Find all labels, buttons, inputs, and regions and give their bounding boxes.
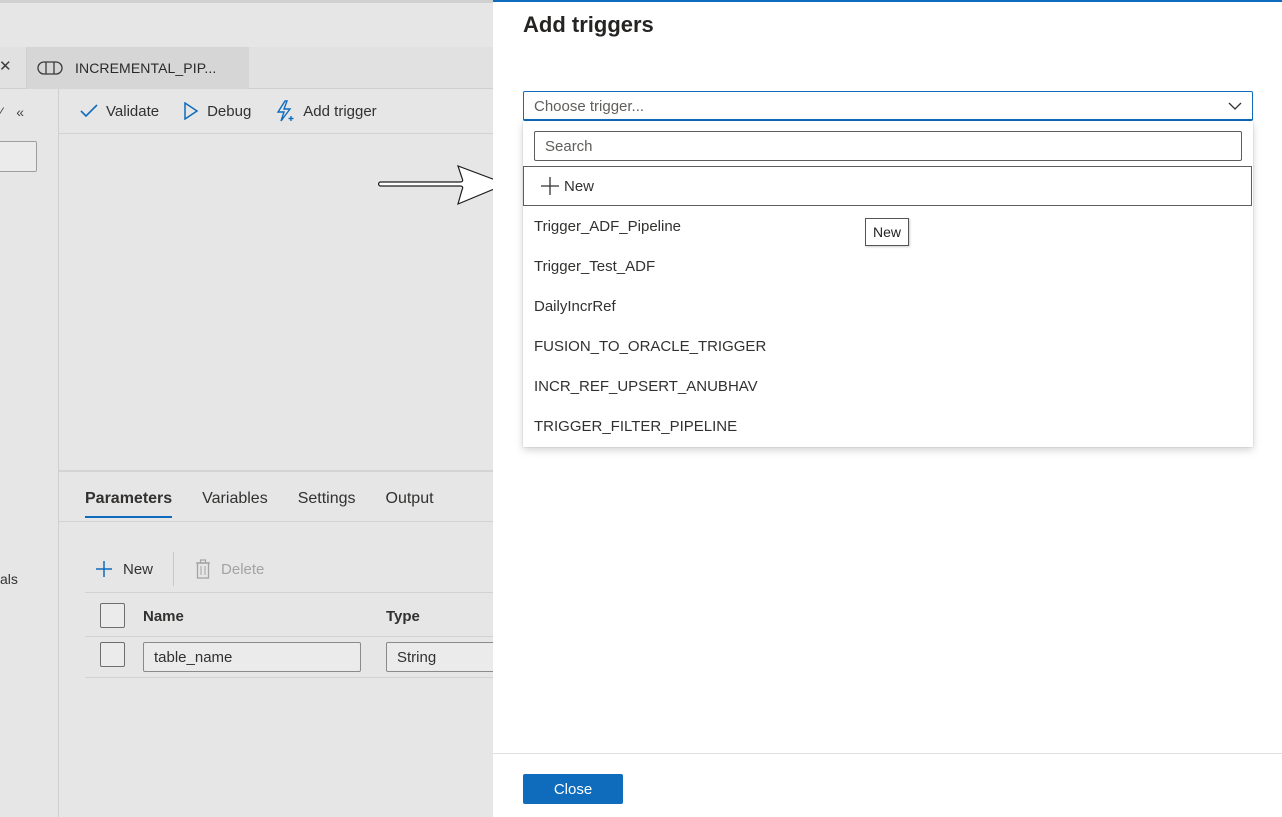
- trash-icon: [196, 559, 211, 579]
- table-row: table_name String: [85, 637, 506, 678]
- column-header-name: Name: [143, 608, 184, 625]
- new-tooltip: New: [865, 218, 910, 246]
- pipeline-icon: [37, 61, 63, 75]
- chevron-down-icon: [1228, 102, 1242, 110]
- plus-icon: [541, 177, 559, 195]
- play-icon: [184, 102, 199, 120]
- add-trigger-button[interactable]: Add trigger: [275, 100, 377, 122]
- close-button[interactable]: Close: [523, 774, 623, 804]
- editor-tabstrip: ✕ INCREMENTAL_PIP...: [0, 47, 493, 89]
- list-item[interactable]: DailyIncrRef: [523, 286, 1253, 326]
- rail-search-box[interactable]: [0, 141, 37, 172]
- trigger-dropdown-list: New Trigger_ADF_Pipeline Trigger_Test_AD…: [523, 121, 1253, 447]
- column-header-type: Type: [386, 608, 420, 625]
- toolbar-divider: [173, 552, 175, 586]
- collapse-icons[interactable]: ⁄ «: [0, 104, 24, 120]
- parameters-toolbar: New Delete: [85, 551, 264, 587]
- validate-label: Validate: [106, 102, 160, 120]
- checkmark-icon: [80, 104, 98, 118]
- new-parameter-button[interactable]: New: [85, 560, 153, 578]
- add-triggers-flyout: Add triggers Choose trigger... New Trigg…: [493, 0, 1282, 817]
- list-item[interactable]: TRIGGER_FILTER_PIPELINE: [523, 406, 1253, 446]
- panel-splitter[interactable]: [59, 470, 493, 472]
- dropdown-placeholder: Choose trigger...: [534, 98, 645, 115]
- top-border: [0, 0, 493, 3]
- footer-divider: [493, 753, 1282, 754]
- trigger-search-input[interactable]: [534, 131, 1242, 161]
- properties-tabs: Parameters Variables Settings Output: [85, 490, 464, 518]
- row-checkbox[interactable]: [100, 642, 125, 667]
- delete-parameter-button[interactable]: Delete: [185, 559, 264, 579]
- pipeline-toolbar: Validate Debug Add trigger: [59, 89, 493, 134]
- tab-output[interactable]: Output: [386, 490, 434, 518]
- tab-label: INCREMENTAL_PIP...: [75, 60, 217, 76]
- choose-trigger-dropdown[interactable]: Choose trigger...: [523, 91, 1253, 121]
- tabs-underline: [59, 521, 493, 522]
- parameter-name-input[interactable]: table_name: [143, 642, 361, 672]
- flyout-title: Add triggers: [523, 12, 654, 37]
- new-trigger-option[interactable]: New: [523, 166, 1252, 206]
- list-item[interactable]: Trigger_Test_ADF: [523, 246, 1253, 286]
- expand-icon[interactable]: ⁄: [0, 104, 2, 120]
- debug-button[interactable]: Debug: [183, 102, 251, 120]
- add-trigger-label: Add trigger: [303, 102, 377, 120]
- parameters-grid-header: Name Type: [85, 592, 493, 637]
- debug-label: Debug: [207, 102, 252, 120]
- validate-button[interactable]: Validate: [80, 103, 159, 120]
- select-all-checkbox[interactable]: [100, 603, 125, 628]
- delete-parameter-label: Delete: [221, 560, 265, 578]
- rail-label: als: [0, 571, 18, 587]
- tab-incremental-pipeline[interactable]: INCREMENTAL_PIP...: [27, 47, 249, 89]
- pipeline-editor: ✕ INCREMENTAL_PIP... ⁄ « als Validate De…: [0, 0, 506, 817]
- new-trigger-label: New: [564, 177, 595, 195]
- plus-icon: [96, 561, 112, 577]
- lightning-icon: [277, 100, 294, 122]
- annotation-arrow-icon: [378, 164, 508, 206]
- new-parameter-label: New: [123, 560, 154, 578]
- list-item[interactable]: FUSION_TO_ORACLE_TRIGGER: [523, 326, 1253, 366]
- parameter-type-select[interactable]: String: [386, 642, 506, 672]
- list-item[interactable]: INCR_REF_UPSERT_ANUBHAV: [523, 366, 1253, 406]
- tab-settings[interactable]: Settings: [298, 490, 356, 518]
- collapse-left-icon[interactable]: «: [16, 104, 24, 120]
- close-icon[interactable]: ✕: [0, 57, 12, 75]
- tab-parameters[interactable]: Parameters: [85, 490, 173, 518]
- tab-variables[interactable]: Variables: [202, 490, 268, 518]
